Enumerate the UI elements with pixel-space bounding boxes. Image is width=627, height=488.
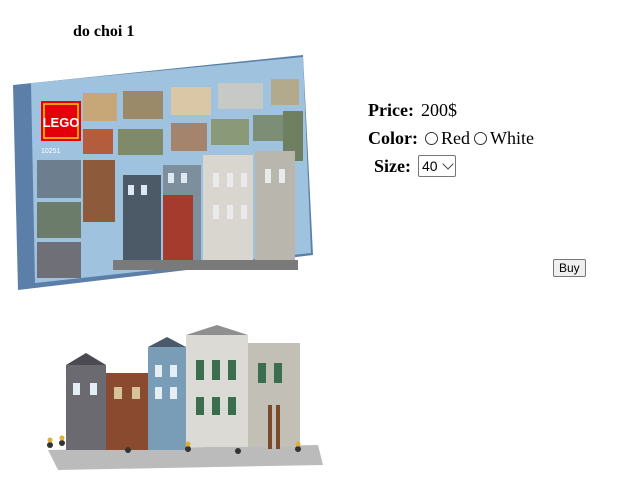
color-option-white[interactable]: White: [473, 127, 534, 149]
price-value: 200$: [420, 99, 457, 120]
product-set-image: [47, 325, 323, 470]
product-info: Price: 200$ Color: Red White Size: 40: [368, 96, 538, 180]
lego-logo: LEGO: [43, 115, 80, 130]
product-title: do choi 1: [73, 23, 135, 40]
radio-red[interactable]: [424, 131, 438, 145]
color-option-label: White: [489, 127, 534, 148]
product-box-image: LEGO 10251: [13, 55, 313, 290]
color-label: Color:: [368, 127, 418, 148]
color-row: Color: Red White: [368, 124, 538, 152]
color-option-label: Red: [440, 127, 470, 148]
set-number: 10251: [41, 148, 61, 155]
price-label: Price:: [368, 99, 414, 120]
price-row: Price: 200$: [368, 96, 538, 124]
size-row: Size: 40: [374, 152, 538, 180]
chevron-down-icon: [441, 158, 454, 170]
size-selected-value: 40: [421, 158, 438, 174]
size-select[interactable]: 40: [417, 155, 456, 177]
buy-button[interactable]: Buy: [553, 259, 586, 277]
radio-white[interactable]: [473, 131, 487, 145]
color-option-red[interactable]: Red: [424, 127, 470, 149]
size-label: Size:: [374, 155, 411, 176]
